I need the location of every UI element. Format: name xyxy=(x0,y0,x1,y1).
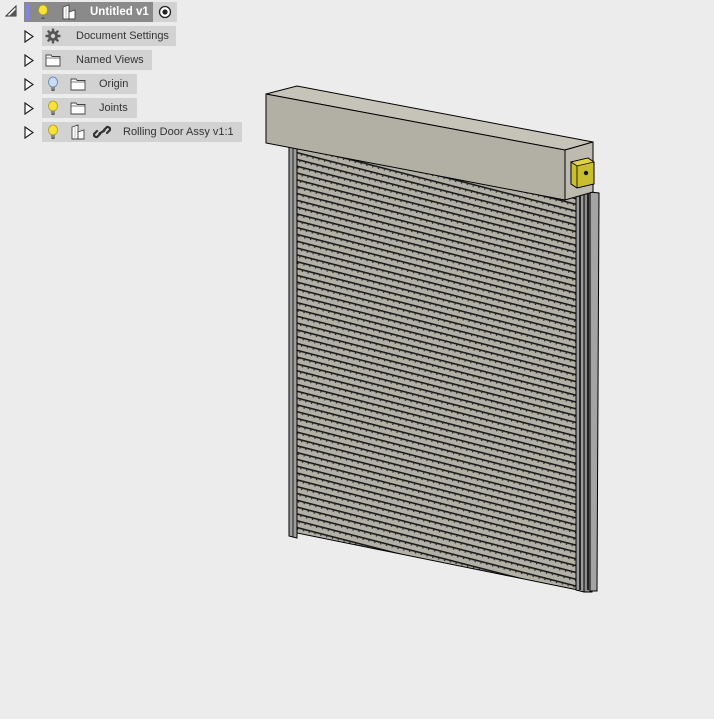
door-curtain xyxy=(296,147,579,591)
active-indicator xyxy=(26,4,29,20)
document-settings-label: Document Settings xyxy=(76,30,169,42)
gear-icon xyxy=(44,27,62,45)
folder-icon xyxy=(69,75,87,93)
browser-item-document-settings[interactable]: Document Settings xyxy=(42,26,176,46)
lightbulb-on-icon[interactable] xyxy=(34,3,52,21)
named-views-label: Named Views xyxy=(76,54,144,66)
browser-root-node[interactable]: Untitled v1 xyxy=(24,2,153,22)
browser-item-rolling-door-assy[interactable]: Rolling Door Assy v1:1 xyxy=(42,122,242,142)
expand-origin-toggle[interactable] xyxy=(22,77,36,91)
browser-item-named-views[interactable]: Named Views xyxy=(42,50,152,70)
lightbulb-on-icon[interactable] xyxy=(44,123,62,141)
triangle-expanded-icon xyxy=(5,5,17,17)
browser-item-joints[interactable]: Joints xyxy=(42,98,137,118)
joints-label: Joints xyxy=(99,102,128,114)
component-icon xyxy=(60,3,78,21)
triangle-collapsed-icon xyxy=(24,101,34,115)
triangle-collapsed-icon xyxy=(24,125,34,139)
root-label: Untitled v1 xyxy=(90,6,149,18)
browser-item-origin[interactable]: Origin xyxy=(42,74,137,94)
right-guide-rail xyxy=(575,191,600,593)
link-icon xyxy=(93,123,111,141)
left-guide-rail xyxy=(288,145,298,539)
canvas-viewport[interactable]: Untitled v1 Document Settings Named View… xyxy=(0,0,714,719)
activate-radio-icon xyxy=(158,5,172,19)
folder-icon xyxy=(44,51,62,69)
triangle-collapsed-icon xyxy=(24,29,34,43)
origin-label: Origin xyxy=(99,78,129,90)
lightbulb-off-icon[interactable] xyxy=(44,75,62,93)
lightbulb-on-icon[interactable] xyxy=(44,99,62,117)
folder-icon xyxy=(69,99,87,117)
expand-document-settings-toggle[interactable] xyxy=(22,29,36,43)
end-bracket xyxy=(570,157,595,189)
expand-rolling-door-assy-toggle[interactable] xyxy=(22,125,36,139)
component-icon xyxy=(69,123,87,141)
collapse-root-toggle[interactable] xyxy=(4,4,18,18)
expand-named-views-toggle[interactable] xyxy=(22,53,36,67)
rolling-door-assy-label: Rolling Door Assy v1:1 xyxy=(123,126,234,138)
expand-joints-toggle[interactable] xyxy=(22,101,36,115)
triangle-collapsed-icon xyxy=(24,77,34,91)
activate-component-radio[interactable] xyxy=(153,2,177,22)
triangle-collapsed-icon xyxy=(24,53,34,67)
